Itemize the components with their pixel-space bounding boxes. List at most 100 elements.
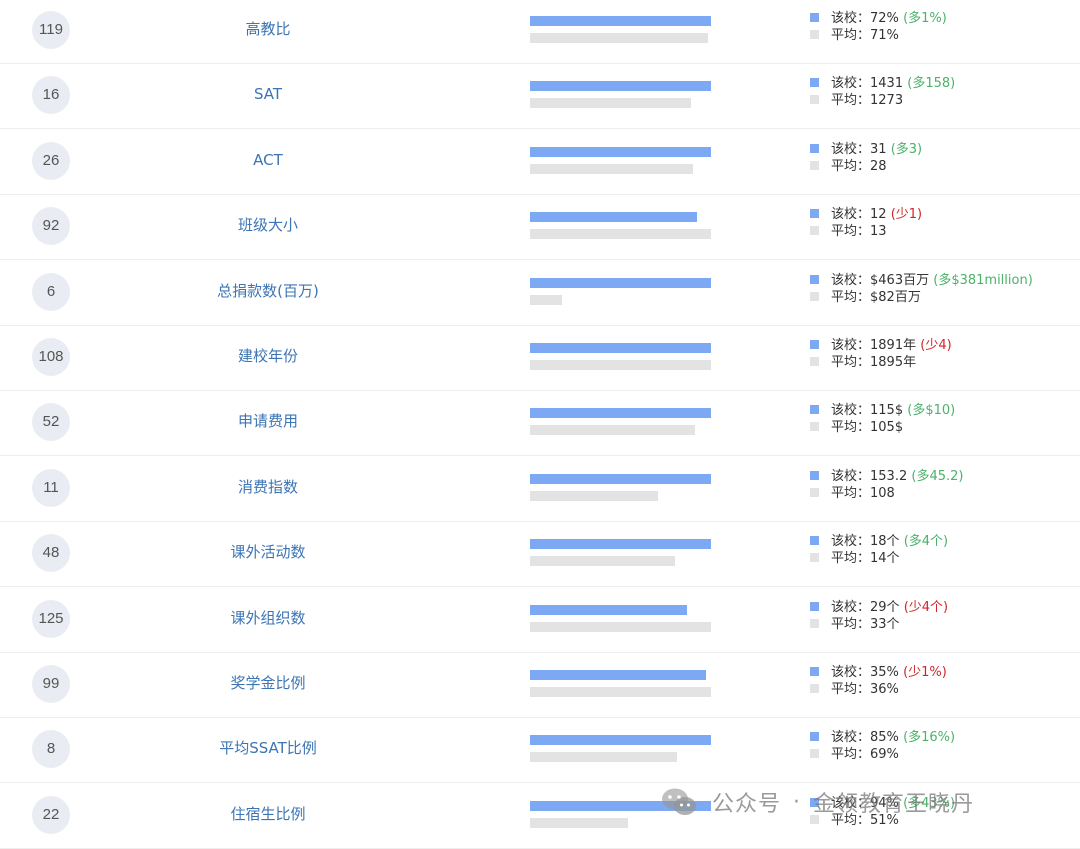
school-legend: 该校：18个 (多4个) [810, 533, 948, 550]
rank-badge: 92 [32, 207, 70, 246]
school-bar [530, 473, 711, 484]
average-legend: 平均：36% [810, 681, 899, 698]
school-label: 该校： [831, 272, 871, 288]
diff-value: (多16%) [903, 730, 956, 746]
average-label: 平均： [831, 616, 871, 632]
school-label: 该校： [831, 665, 871, 680]
average-bar [530, 425, 696, 436]
rank-badge: 119 [32, 11, 70, 49]
school-value: 12 [870, 207, 887, 223]
rank-badge: 99 [32, 665, 70, 703]
metric-label[interactable]: 高教比 [168, 19, 368, 39]
school-value: 1431 [870, 76, 904, 92]
school-swatch [810, 209, 819, 219]
school-value: 1891年 [870, 338, 917, 353]
metric-label[interactable]: 平均SSAT比例 [168, 738, 368, 758]
rank-badge: 108 [32, 338, 70, 376]
school-legend: 该校：1891年 (少4) [810, 337, 952, 354]
diff-value: (少4个) [903, 599, 949, 615]
diff-value: (多45.2) [911, 468, 964, 484]
average-value: 105$ [870, 420, 904, 436]
average-swatch [810, 422, 819, 432]
table-row: 26 ACT 该校：31 (多3) 平均：28 [0, 130, 1080, 195]
rank-badge: 8 [32, 730, 70, 769]
school-legend: 该校：85% (多16%) [810, 729, 955, 746]
diff-value: (多$10) [907, 403, 956, 419]
table-row: 6 总捐款数(百万) 该校：$463百万 (多$381million) 平均：$… [0, 261, 1080, 326]
school-label: 该校： [831, 599, 871, 615]
average-value: 33个 [870, 616, 900, 632]
metric-label[interactable]: 奖学金比例 [168, 673, 368, 693]
average-bar [530, 752, 677, 763]
metric-label[interactable]: ACT [168, 150, 368, 170]
metric-label[interactable]: 班级大小 [168, 215, 368, 235]
rank-badge: 22 [32, 795, 70, 834]
average-legend: 平均：28 [810, 158, 887, 175]
school-legend: 该校：72% (多1%) [810, 10, 947, 27]
rank-badge: 52 [32, 403, 70, 442]
school-legend: 该校：115$ (多$10) [810, 402, 955, 419]
table-row: 125 课外组织数 该校：29个 (少4个) 平均：33个 [0, 588, 1080, 653]
average-swatch [810, 95, 819, 105]
school-value: 94% [870, 795, 899, 811]
average-legend: 平均：1895年 [810, 354, 916, 371]
school-swatch [810, 732, 819, 742]
school-value: 115$ [870, 403, 904, 419]
school-legend: 该校：31 (多3) [810, 141, 922, 158]
school-label: 该校： [831, 730, 871, 746]
average-swatch [810, 487, 819, 497]
average-bar [530, 33, 709, 43]
school-label: 该校： [831, 207, 871, 223]
metric-label[interactable]: 申请费用 [168, 411, 368, 431]
average-legend: 平均：51% [810, 812, 899, 829]
metric-label[interactable]: 住宿生比例 [168, 804, 368, 824]
average-label: 平均： [831, 289, 871, 305]
average-label: 平均： [831, 28, 871, 43]
school-value: 29个 [870, 599, 900, 615]
metric-label[interactable]: SAT [168, 84, 368, 104]
school-swatch [810, 78, 819, 88]
average-label: 平均： [831, 224, 871, 240]
school-label: 该校： [831, 468, 871, 484]
metric-label[interactable]: 消费指数 [168, 477, 368, 497]
diff-value: (多3) [890, 141, 923, 157]
average-bar [530, 687, 711, 697]
school-legend: 该校：94% (多43%) [810, 795, 955, 812]
average-label: 平均： [831, 355, 871, 370]
school-value: 85% [870, 730, 899, 746]
average-value: 28 [870, 158, 887, 174]
average-value: 1895年 [870, 355, 917, 370]
average-value: 71% [870, 28, 899, 43]
school-swatch [810, 340, 819, 349]
metric-label[interactable]: 课外组织数 [168, 608, 368, 628]
average-bar [530, 294, 563, 305]
metric-label[interactable]: 总捐款数(百万) [168, 281, 368, 301]
school-bar [530, 604, 688, 615]
table-row: 48 课外活动数 该校：18个 (多4个) 平均：14个 [0, 522, 1080, 588]
rank-badge: 6 [32, 272, 70, 311]
school-label: 该校： [831, 11, 871, 26]
school-bar [530, 81, 711, 92]
school-bar [530, 539, 711, 550]
school-value: 35% [870, 665, 899, 680]
average-bar [530, 360, 711, 370]
school-swatch [810, 601, 819, 611]
average-bar [530, 817, 629, 828]
average-value: 13 [870, 224, 887, 240]
average-value: 108 [870, 485, 895, 501]
average-value: 1273 [870, 93, 904, 109]
average-legend: 平均：71% [810, 27, 899, 44]
table-row: 22 住宿生比例 该校：94% (多43%) 平均：51% [0, 784, 1080, 849]
metric-label[interactable]: 建校年份 [168, 346, 368, 366]
school-swatch [810, 13, 819, 22]
average-legend: 平均：1273 [810, 92, 903, 109]
school-legend: 该校：29个 (少4个) [810, 599, 948, 616]
average-label: 平均： [831, 420, 871, 436]
metric-label[interactable]: 课外活动数 [168, 542, 368, 562]
table-row: 11 消费指数 该校：153.2 (多45.2) 平均：108 [0, 457, 1080, 522]
school-bar [530, 212, 698, 223]
rank-badge: 125 [32, 599, 70, 638]
school-value: 153.2 [870, 468, 908, 484]
table-row: 92 班级大小 该校：12 (少1) 平均：13 [0, 195, 1080, 261]
school-bar [530, 800, 711, 811]
